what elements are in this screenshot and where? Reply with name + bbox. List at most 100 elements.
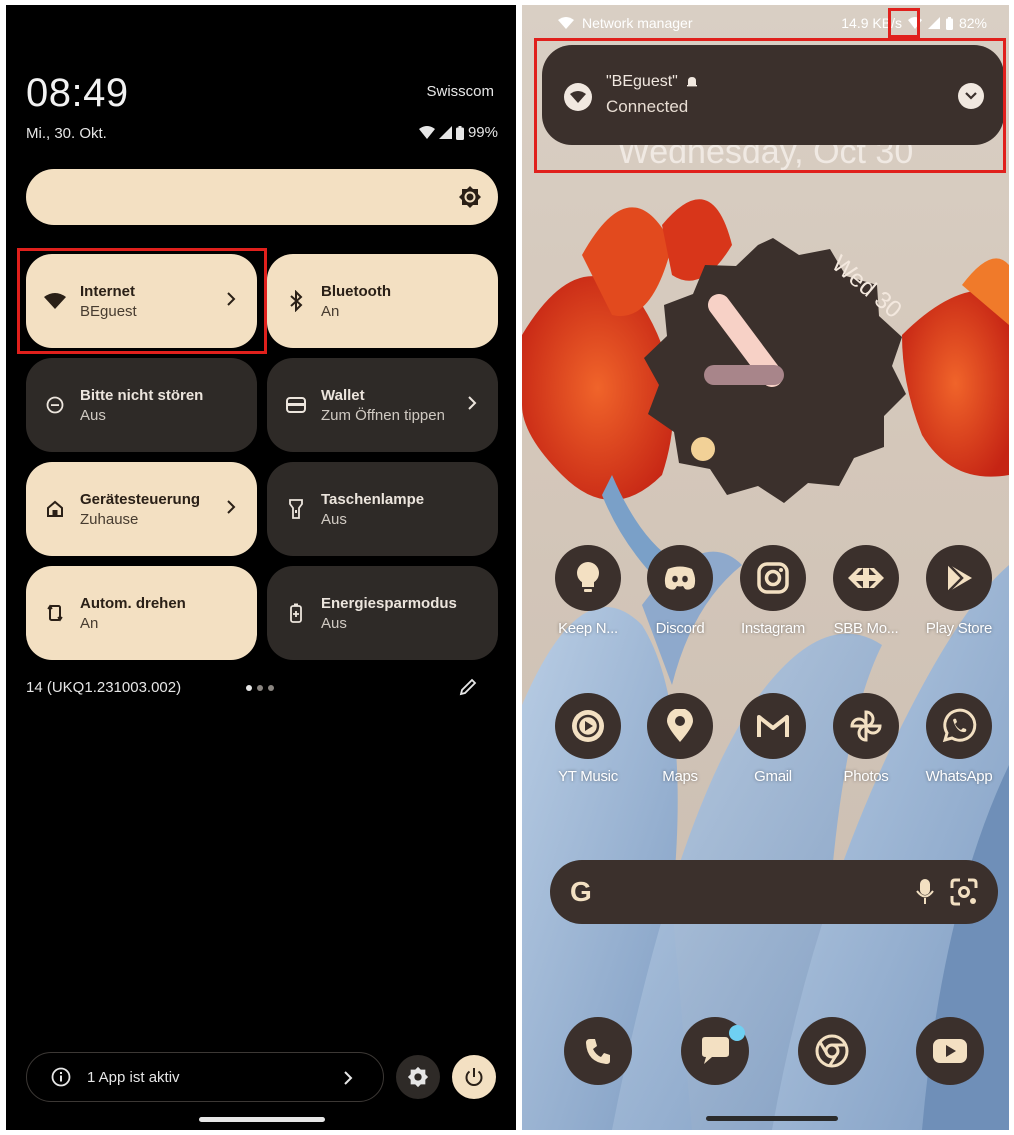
tile-subtitle: Aus bbox=[321, 614, 347, 632]
wifi-icon bbox=[418, 126, 435, 139]
app-keep-notes[interactable]: Keep N... bbox=[540, 545, 636, 637]
dock-youtube[interactable] bbox=[916, 1017, 984, 1085]
app-whatsapp[interactable]: WhatsApp bbox=[911, 693, 1007, 785]
messages-icon bbox=[702, 1037, 729, 1064]
battery-icon bbox=[455, 125, 464, 140]
tile-wallet[interactable]: Wallet Zum Öffnen tippen bbox=[267, 358, 498, 452]
wallet-icon bbox=[285, 394, 307, 416]
chrome-icon bbox=[815, 1034, 849, 1068]
tile-title: Taschenlampe bbox=[321, 490, 425, 508]
build-number: 14 (UKQ1.231003.002) bbox=[26, 679, 182, 696]
tile-subtitle: An bbox=[80, 614, 99, 632]
tile-subtitle: Zuhause bbox=[80, 510, 139, 528]
app-gmail[interactable]: Gmail bbox=[725, 693, 821, 785]
tile-title: Bitte nicht stören bbox=[80, 386, 204, 404]
tile-do-not-disturb[interactable]: Bitte nicht stören Aus bbox=[26, 358, 257, 452]
wifi-icon bbox=[558, 17, 574, 29]
clock-date-arc: Wed 30 bbox=[826, 250, 906, 324]
app-label: SBB Mo... bbox=[833, 620, 899, 637]
clock-time: 08:49 bbox=[26, 71, 129, 115]
discord-icon bbox=[647, 545, 713, 611]
app-label: YT Music bbox=[558, 768, 618, 785]
tile-device-controls[interactable]: Gerätesteuerung Zuhause bbox=[26, 462, 257, 556]
battery-icon bbox=[945, 16, 953, 30]
brightness-slider[interactable] bbox=[26, 169, 498, 225]
app-label: WhatsApp bbox=[925, 768, 993, 785]
tile-subtitle: Aus bbox=[321, 510, 347, 528]
quick-settings-panel: 08:49 Mi., 30. Okt. Swisscom 99% Interne… bbox=[6, 5, 516, 1130]
app-label: Keep N... bbox=[558, 620, 618, 637]
highlight-box-status-icon bbox=[888, 8, 920, 38]
app-discord[interactable]: Discord bbox=[632, 545, 728, 637]
app-sbb-mobile[interactable]: SBB Mo... bbox=[818, 545, 914, 637]
home-screen: Network manager 14.9 KB/s 82% Wednesday,… bbox=[522, 5, 1009, 1130]
app-yt-music[interactable]: YT Music bbox=[540, 693, 636, 785]
tile-battery-saver[interactable]: Energiesparmodus Aus bbox=[267, 566, 498, 660]
gmail-icon bbox=[740, 693, 806, 759]
highlight-box-notification bbox=[534, 38, 1006, 173]
phone-icon bbox=[586, 1039, 610, 1064]
brightness-icon bbox=[459, 186, 481, 208]
info-icon bbox=[51, 1067, 71, 1087]
tile-title: Energiesparmodus bbox=[321, 594, 457, 612]
date-label: Mi., 30. Okt. bbox=[26, 125, 107, 142]
tile-title: Bluetooth bbox=[321, 282, 391, 300]
whatsapp-icon bbox=[926, 693, 992, 759]
sbb-icon bbox=[833, 545, 899, 611]
gesture-bar[interactable] bbox=[199, 1117, 325, 1122]
tile-subtitle: Zum Öffnen tippen bbox=[321, 406, 445, 424]
power-icon bbox=[465, 1068, 483, 1086]
app-photos[interactable]: Photos bbox=[818, 693, 914, 785]
app-play-store[interactable]: Play Store bbox=[911, 545, 1007, 637]
youtube-icon bbox=[933, 1039, 967, 1063]
notification-badge bbox=[729, 1025, 745, 1041]
clock-widget[interactable]: Wed 30 bbox=[634, 233, 912, 511]
app-maps[interactable]: Maps bbox=[632, 693, 728, 785]
microphone-icon[interactable] bbox=[916, 878, 934, 906]
battery-saver-icon bbox=[285, 602, 307, 624]
tile-bluetooth[interactable]: Bluetooth An bbox=[267, 254, 498, 348]
app-instagram[interactable]: Instagram bbox=[725, 545, 821, 637]
home-icon bbox=[44, 498, 66, 520]
gear-icon bbox=[407, 1066, 429, 1088]
bluetooth-icon bbox=[285, 290, 307, 312]
map-pin-icon bbox=[647, 693, 713, 759]
settings-button[interactable] bbox=[396, 1055, 440, 1099]
battery-percent: 99% bbox=[467, 124, 498, 141]
chevron-right-icon bbox=[227, 500, 236, 514]
google-search-bar[interactable]: G bbox=[550, 860, 998, 924]
play-store-icon bbox=[926, 545, 992, 611]
dock-phone[interactable] bbox=[564, 1017, 632, 1085]
tile-flashlight[interactable]: Taschenlampe Aus bbox=[267, 462, 498, 556]
dock-chrome[interactable] bbox=[798, 1017, 866, 1085]
pinwheel-icon bbox=[833, 693, 899, 759]
google-g-icon: G bbox=[570, 876, 592, 907]
signal-icon bbox=[927, 17, 940, 29]
app-label: Maps bbox=[662, 768, 698, 785]
gesture-bar[interactable] bbox=[706, 1116, 838, 1121]
chevron-right-icon bbox=[344, 1071, 353, 1085]
active-apps-label: 1 App ist aktiv bbox=[87, 1068, 180, 1086]
carrier-label: Swisscom bbox=[426, 83, 494, 100]
power-button[interactable] bbox=[452, 1055, 496, 1099]
rotate-icon bbox=[44, 602, 66, 624]
active-apps-button[interactable]: 1 App ist aktiv bbox=[26, 1052, 384, 1102]
tile-auto-rotate[interactable]: Autom. drehen An bbox=[26, 566, 257, 660]
status-bar-left: Network manager bbox=[558, 15, 693, 31]
chevron-right-icon bbox=[468, 396, 477, 410]
status-icons: 99% bbox=[418, 124, 498, 141]
tile-subtitle: An bbox=[321, 302, 340, 320]
app-label: Play Store bbox=[925, 620, 993, 637]
flashlight-icon bbox=[285, 498, 307, 520]
edit-pencil-icon[interactable] bbox=[458, 677, 478, 697]
google-lens-icon[interactable] bbox=[948, 876, 980, 908]
app-label: Gmail bbox=[754, 768, 792, 785]
tile-subtitle: Aus bbox=[80, 406, 106, 424]
status-app-name: Network manager bbox=[582, 15, 693, 31]
highlight-box-internet bbox=[17, 248, 267, 354]
battery-percent: 82% bbox=[958, 15, 987, 31]
lightbulb-icon bbox=[555, 545, 621, 611]
app-label: Instagram bbox=[741, 620, 805, 637]
instagram-icon bbox=[740, 545, 806, 611]
page-indicator bbox=[246, 685, 274, 691]
